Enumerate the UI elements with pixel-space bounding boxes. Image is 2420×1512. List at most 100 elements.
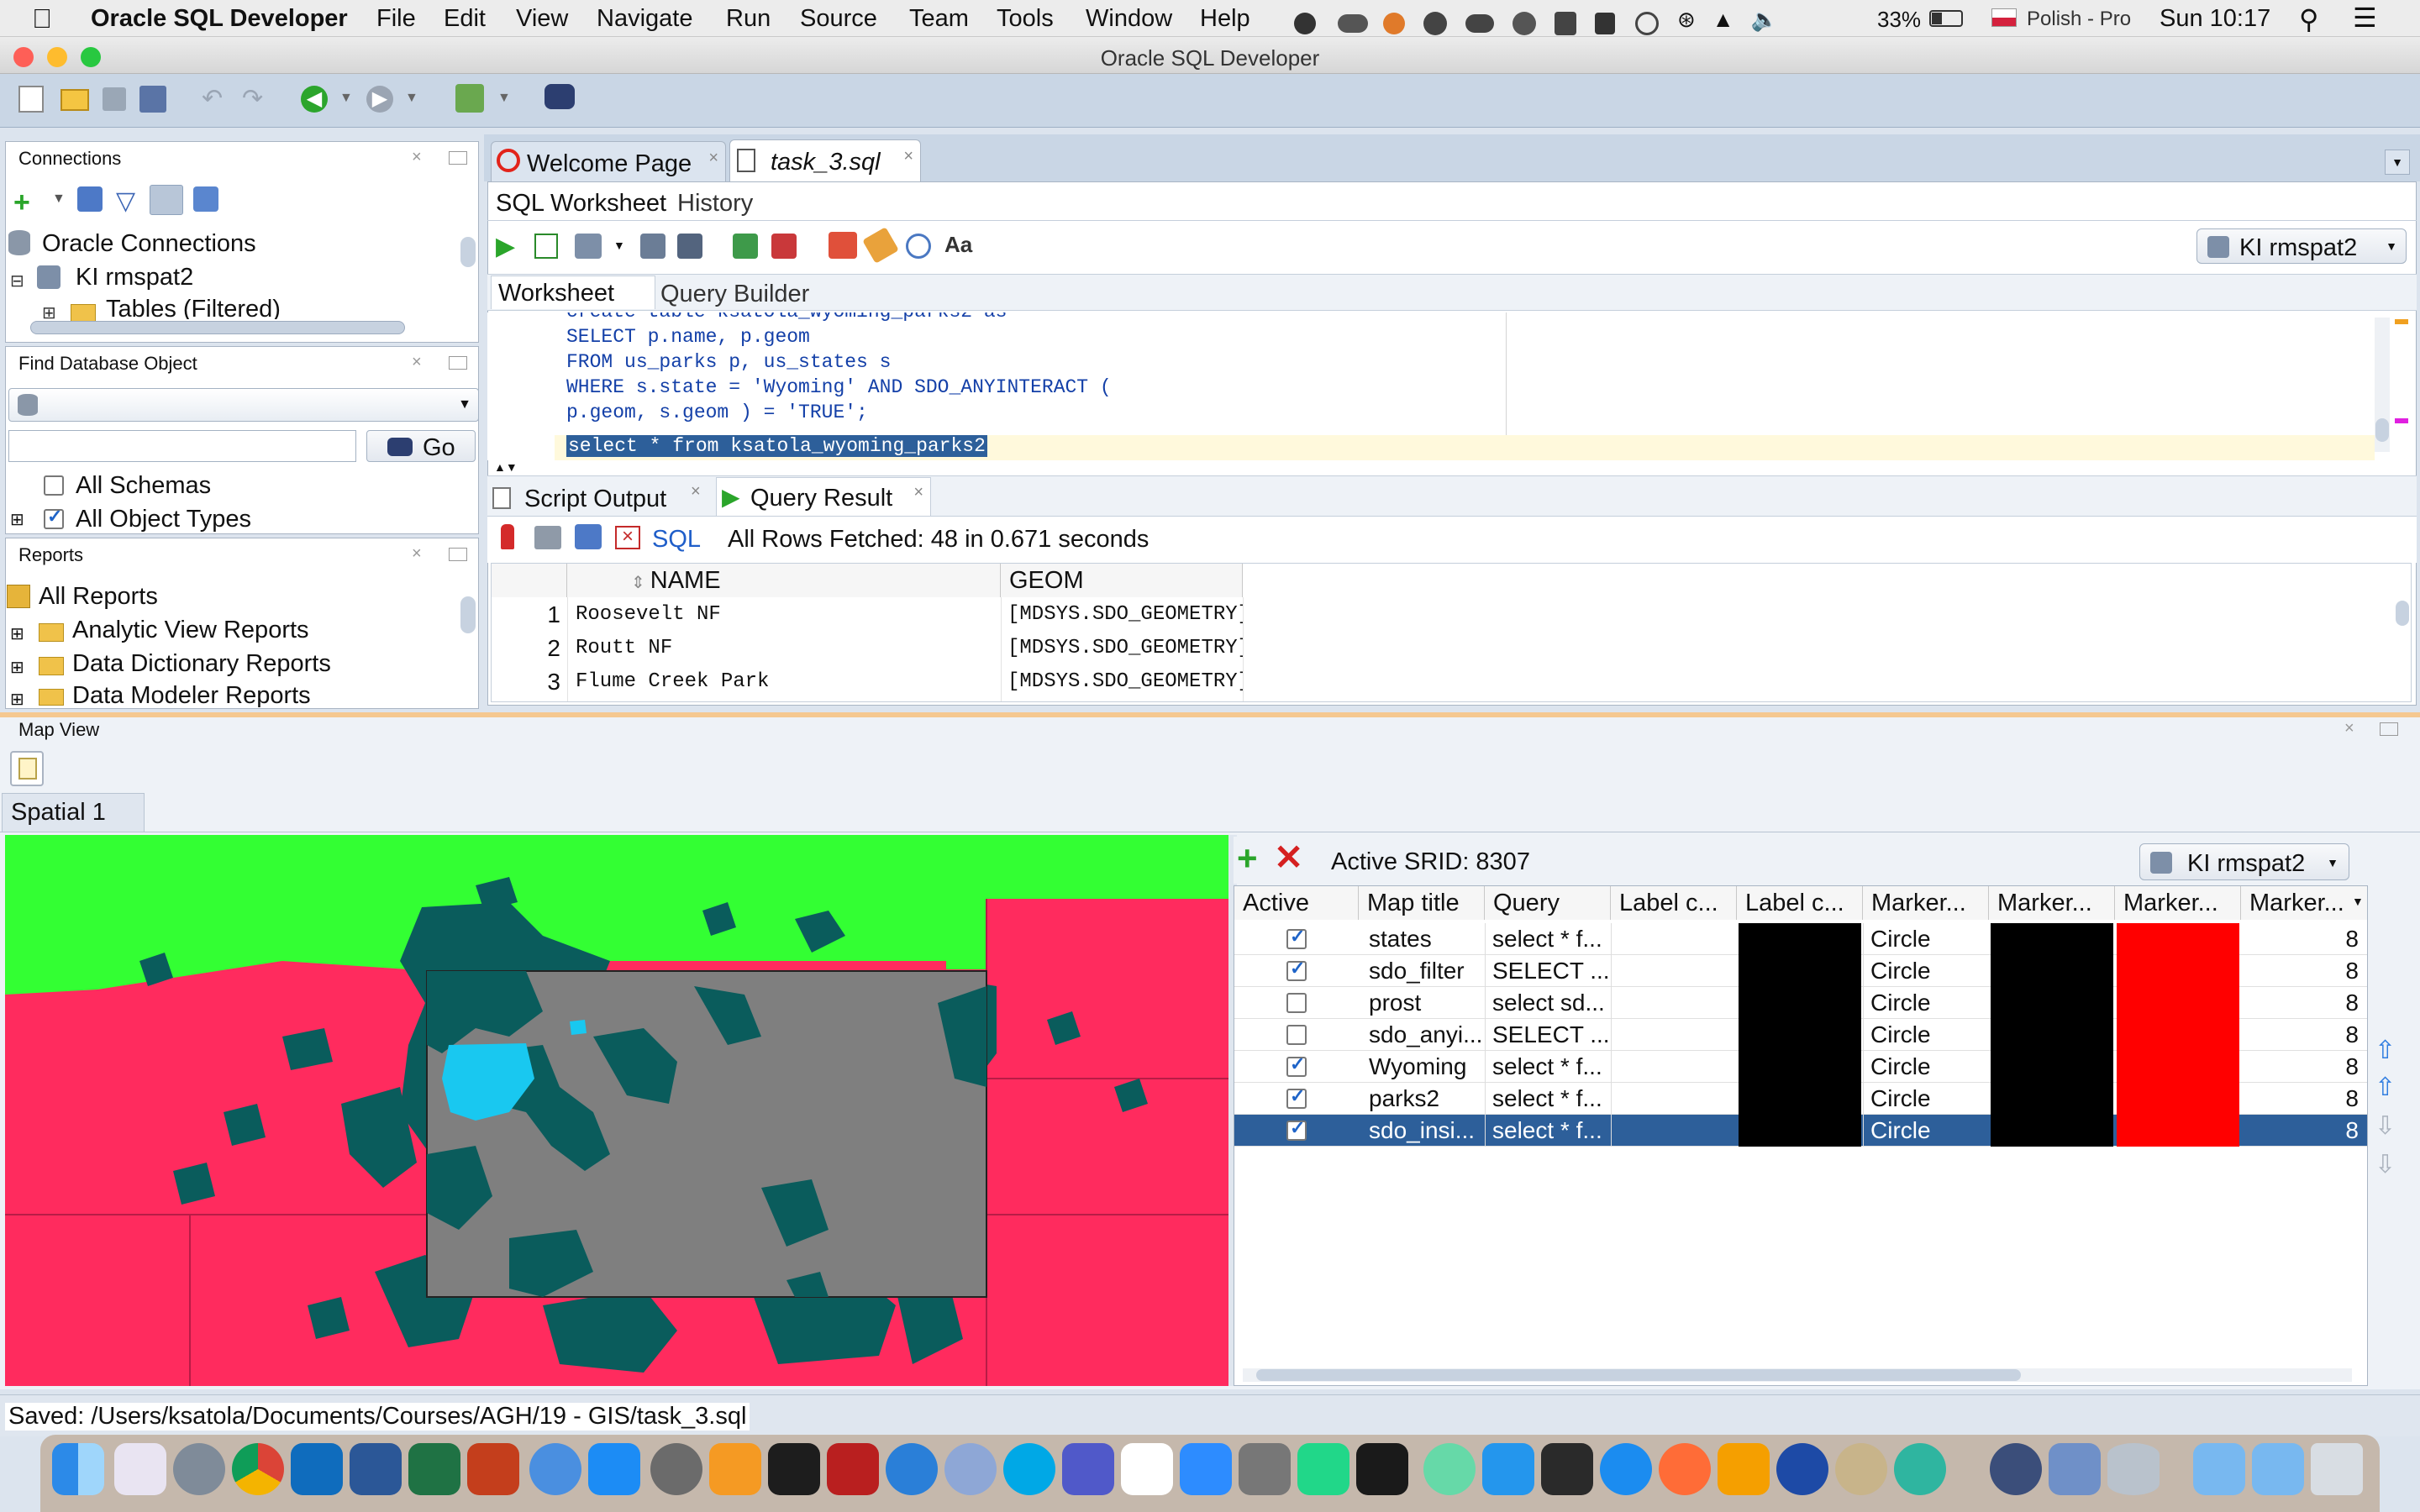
flag-icon[interactable] [1991, 8, 2017, 27]
thunderbird-icon[interactable] [1776, 1443, 1828, 1495]
cancel-icon[interactable] [771, 234, 797, 259]
excel-icon[interactable] [408, 1443, 460, 1495]
menu-navigate[interactable]: Navigate [597, 5, 692, 33]
layer-title[interactable]: parks2 [1359, 1083, 1485, 1115]
minimize-connections-icon[interactable] [449, 151, 467, 165]
layer-row[interactable]: prost select sd... Circle 8 [1234, 987, 2367, 1019]
all-types-checkbox[interactable] [44, 506, 64, 529]
layer-marker-line-color[interactable] [1991, 955, 2113, 987]
col-active[interactable]: Active [1234, 886, 1359, 920]
add-connection-icon[interactable]: + [13, 186, 30, 219]
layer-marker-size[interactable]: 8 [2241, 987, 2359, 1019]
connection-select[interactable]: ▼ [8, 388, 479, 422]
remove-layer-icon[interactable]: ✕ [1274, 837, 1303, 878]
qgis-icon[interactable] [1990, 1443, 2042, 1495]
layer-marker-size[interactable]: 8 [2241, 955, 2359, 987]
outlook-icon[interactable] [291, 1443, 343, 1495]
layer-title[interactable]: sdo_insi... [1359, 1115, 1485, 1147]
docker-icon[interactable] [1482, 1443, 1534, 1495]
close-reports-icon[interactable]: × [412, 544, 422, 564]
binoculars-icon[interactable] [544, 84, 575, 109]
pin-icon[interactable] [501, 524, 514, 549]
layer-query[interactable]: select * f... [1485, 1051, 1611, 1083]
compass-icon[interactable] [1512, 11, 1536, 35]
new-map-icon[interactable] [10, 751, 44, 786]
layer-title[interactable]: sdo_anyi... [1359, 1019, 1485, 1051]
layer-active-checkbox[interactable] [1286, 1117, 1307, 1141]
row-geom[interactable]: [MDSYS.SDO_GEOMETRY] [1001, 666, 1243, 698]
all-schemas-checkbox[interactable] [44, 475, 64, 496]
back-icon[interactable]: ◀ [301, 86, 328, 113]
close-tab-icon[interactable]: × [913, 483, 923, 502]
filezilla-icon[interactable] [827, 1443, 879, 1495]
layer-title[interactable]: states [1359, 923, 1485, 955]
menu-view[interactable]: View [516, 5, 568, 33]
new-file-icon[interactable] [18, 86, 44, 113]
onedrive-icon[interactable] [886, 1443, 938, 1495]
report-expand-icon[interactable]: ⊞ [10, 623, 24, 644]
layer-label-column[interactable] [1611, 1051, 1737, 1083]
col-marker-shape[interactable]: Marker... [1863, 886, 1989, 920]
layer-hscroll[interactable] [1243, 1368, 2352, 1382]
globe-icon[interactable] [1423, 11, 1447, 35]
col-label-column[interactable]: Label c... [1611, 886, 1737, 920]
commit-dropdown-icon[interactable]: ▼ [613, 239, 625, 252]
zoom-icon[interactable] [1180, 1443, 1232, 1495]
minimize-find-icon[interactable] [449, 356, 467, 370]
connections-vscroll[interactable] [460, 237, 476, 267]
pycharm-icon[interactable] [1297, 1443, 1349, 1495]
apple-icon[interactable]:  [32, 3, 52, 34]
find-search-input[interactable] [8, 430, 356, 462]
tab-query-result[interactable]: ▶ Query Result × [716, 477, 931, 516]
eye-icon[interactable] [1465, 13, 1494, 33]
layer-marker-shape[interactable]: Circle [1863, 923, 1989, 955]
tree-root-label[interactable]: Oracle Connections [42, 230, 256, 258]
redo-icon[interactable]: ↷ [242, 84, 263, 113]
col-menu-icon[interactable]: ▼ [2352, 895, 2364, 908]
layer-label-column[interactable] [1611, 955, 1737, 987]
applications-folder-icon[interactable] [2193, 1443, 2245, 1495]
menu-edit[interactable]: Edit [444, 5, 486, 33]
commit-icon[interactable] [575, 234, 602, 259]
layer-row[interactable]: sdo_insi...select * f... Circle 8 [1234, 1115, 2367, 1147]
layer-marker-fill-color[interactable] [2117, 987, 2239, 1019]
add-dropdown-icon[interactable]: ▼ [52, 192, 66, 207]
row-name[interactable]: Roosevelt NF [569, 599, 1001, 631]
report-item-0[interactable]: All Reports [39, 583, 158, 611]
filter-icon[interactable]: ▽ [116, 186, 135, 216]
status-icons[interactable]: ⊛ ▲ 🔈 [1294, 7, 1882, 35]
layer-marker-line-color[interactable] [1991, 1083, 2113, 1115]
grid-header-geom[interactable]: GEOM [1001, 564, 1243, 597]
grid-header-name[interactable]: ⇕ NAME [567, 564, 1001, 597]
tab-welcome[interactable]: Welcome Page × [491, 141, 726, 181]
print-icon[interactable] [534, 526, 561, 549]
sync-icon[interactable] [1383, 12, 1405, 34]
rollback-icon[interactable] [640, 234, 666, 259]
forward-icon[interactable]: ▶ [366, 86, 393, 113]
layer-hscroll-thumb[interactable] [1256, 1369, 2021, 1381]
layer-row[interactable]: sdo_filterSELECT ... Circle 8 [1234, 955, 2367, 987]
code-scroll-thumb[interactable] [2375, 418, 2389, 442]
layer-query[interactable]: select * f... [1485, 923, 1611, 955]
layer-label-color[interactable] [1739, 1083, 1861, 1115]
go-button[interactable]: Go [366, 430, 476, 462]
shield-icon[interactable] [1555, 11, 1576, 35]
open-folder-icon[interactable] [60, 89, 89, 111]
menu-help[interactable]: Help [1200, 5, 1250, 33]
layer-label-column[interactable] [1611, 1083, 1737, 1115]
code-vscroll[interactable] [2375, 318, 2390, 452]
map-canvas[interactable] [5, 835, 1228, 1386]
tab-query-builder[interactable]: Query Builder [660, 281, 809, 308]
layer-active-checkbox[interactable] [1286, 993, 1307, 1013]
undo-icon[interactable]: ↶ [202, 84, 223, 113]
layer-active-checkbox[interactable] [1286, 1053, 1307, 1077]
layer-label-color[interactable] [1739, 1115, 1861, 1147]
layer-row[interactable]: statesselect * f... Circle 8 [1234, 923, 2367, 955]
refresh-results-icon[interactable] [575, 524, 602, 549]
all-schemas-label[interactable]: All Schemas [76, 472, 211, 500]
layer-label-color[interactable] [1739, 987, 1861, 1019]
move-bottom-icon[interactable]: ⇩ [2375, 1152, 2400, 1179]
layer-label-column[interactable] [1611, 987, 1737, 1019]
app-name[interactable]: Oracle SQL Developer [91, 5, 348, 33]
col-marker-fill[interactable]: Marker... [2115, 886, 2241, 920]
